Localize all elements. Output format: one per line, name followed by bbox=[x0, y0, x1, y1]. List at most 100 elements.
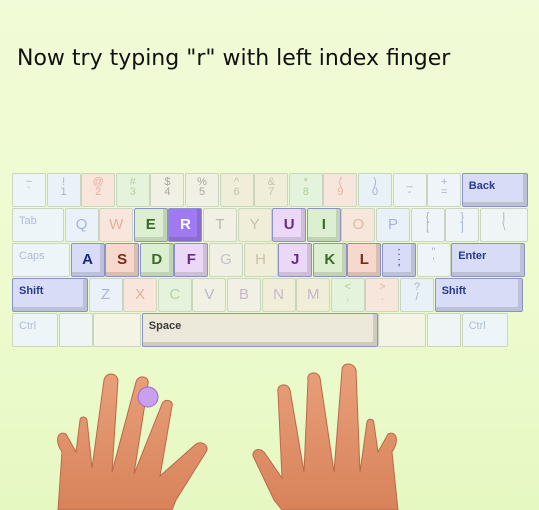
key-letter: V bbox=[204, 286, 215, 303]
key-a[interactable]: A bbox=[70, 243, 105, 277]
key-d[interactable]: D bbox=[139, 243, 174, 277]
key-space[interactable]: Space bbox=[141, 313, 378, 347]
key-win-left[interactable] bbox=[58, 313, 93, 347]
key-base-glyph: 1 bbox=[60, 186, 67, 198]
key-alt-left[interactable] bbox=[93, 313, 142, 347]
key-letter: U bbox=[283, 216, 295, 233]
key-letter: E bbox=[145, 216, 156, 233]
key-tab[interactable]: Tab bbox=[12, 208, 64, 242]
key-v[interactable]: V bbox=[192, 278, 227, 312]
key-enter[interactable]: Enter bbox=[451, 243, 526, 277]
key-x[interactable]: X bbox=[123, 278, 158, 312]
key-backslash[interactable]: | \ bbox=[479, 208, 528, 242]
key-3[interactable]: #3 bbox=[115, 173, 150, 207]
key-comma[interactable]: <, bbox=[330, 278, 365, 312]
key-letter: S bbox=[117, 251, 128, 268]
key-base-glyph: / bbox=[415, 291, 419, 303]
key-e[interactable]: E bbox=[133, 208, 168, 242]
key-base-glyph: ] bbox=[460, 221, 464, 233]
key-letter: W bbox=[109, 216, 124, 233]
key-letter: T bbox=[215, 216, 225, 233]
key-base-glyph: 2 bbox=[95, 186, 102, 198]
key-win-right[interactable] bbox=[427, 313, 461, 347]
key-base-glyph: = bbox=[440, 186, 448, 198]
key-base-glyph: . bbox=[380, 291, 384, 303]
key-slash[interactable]: ? / bbox=[400, 278, 434, 312]
key-y[interactable]: Y bbox=[237, 208, 272, 242]
key-letter: P bbox=[387, 216, 398, 233]
key-p[interactable]: P bbox=[376, 208, 410, 242]
key-letter: L bbox=[359, 251, 369, 268]
key-label: Ctrl bbox=[19, 320, 37, 332]
key-q[interactable]: Q bbox=[64, 208, 99, 242]
key-letter: Y bbox=[249, 216, 260, 233]
key-shift-left[interactable]: Shift bbox=[12, 278, 88, 312]
key-label: Enter bbox=[458, 250, 487, 262]
key-minus[interactable]: _ - bbox=[392, 173, 427, 207]
key-alt-right[interactable] bbox=[378, 313, 427, 347]
key-1[interactable]: ! 1 bbox=[46, 173, 81, 207]
key-j[interactable]: J bbox=[278, 243, 313, 277]
key-s[interactable]: S bbox=[105, 243, 140, 277]
key-n[interactable]: N bbox=[261, 278, 296, 312]
key-6[interactable]: ^ 6 bbox=[219, 173, 254, 207]
key-quote[interactable]: " ' bbox=[416, 243, 451, 277]
key-letter: J bbox=[291, 251, 300, 268]
key-base-glyph: 6 bbox=[233, 186, 240, 198]
key-z[interactable]: Z bbox=[88, 278, 123, 312]
key-f[interactable]: F bbox=[174, 243, 209, 277]
key-r[interactable]: R bbox=[168, 208, 203, 242]
key-back[interactable]: Back bbox=[461, 173, 528, 207]
key-letter: Z bbox=[101, 286, 111, 303]
key-letter: F bbox=[186, 251, 196, 268]
key-base-glyph: 0 bbox=[371, 186, 379, 198]
on-screen-keyboard: ~ `! 1 @2 #3 $4% 5 ^ 6 & 7 * 8(9) 0 _ - + = Back Tab Q W E R T Y U… bbox=[0, 0, 539, 360]
key-base-glyph: 5 bbox=[198, 186, 206, 198]
key-letter: D bbox=[151, 251, 163, 268]
key-caps[interactable]: Caps bbox=[12, 243, 70, 277]
key-2[interactable]: @2 bbox=[81, 173, 116, 207]
key-5[interactable]: % 5 bbox=[185, 173, 219, 207]
key-shift-right[interactable]: Shift bbox=[434, 278, 523, 312]
key-equals[interactable]: + = bbox=[427, 173, 462, 207]
key-g[interactable]: G bbox=[209, 243, 243, 277]
key-8[interactable]: * 8 bbox=[288, 173, 323, 207]
key-label: Shift bbox=[19, 285, 44, 297]
key-k[interactable]: K bbox=[312, 243, 347, 277]
key-0[interactable]: ) 0 bbox=[358, 173, 392, 207]
key-m[interactable]: M bbox=[296, 278, 331, 312]
key-i[interactable]: I bbox=[306, 208, 341, 242]
key-b[interactable]: B bbox=[227, 278, 261, 312]
key-l[interactable]: L bbox=[347, 243, 382, 277]
key-letter: K bbox=[324, 251, 336, 268]
key-u[interactable]: U bbox=[272, 208, 307, 242]
key-base-glyph: 3 bbox=[129, 186, 136, 198]
key-h[interactable]: H bbox=[243, 243, 278, 277]
key-9[interactable]: (9 bbox=[323, 173, 358, 207]
key-c[interactable]: C bbox=[157, 278, 192, 312]
key-ctrl-right[interactable]: Ctrl bbox=[461, 313, 508, 347]
key-w[interactable]: W bbox=[99, 208, 134, 242]
key-backtick[interactable]: ~ ` bbox=[12, 173, 46, 207]
key-period[interactable]: >. bbox=[365, 278, 400, 312]
key-lbracket[interactable]: {[ bbox=[410, 208, 445, 242]
right-hand bbox=[252, 363, 399, 510]
key-7[interactable]: & 7 bbox=[254, 173, 289, 207]
key-semicolon[interactable]: :; bbox=[382, 243, 416, 277]
key-letter: X bbox=[135, 286, 146, 303]
key-base-glyph: \ bbox=[502, 221, 506, 233]
key-base-glyph: ; bbox=[397, 256, 401, 268]
key-rbracket[interactable]: }] bbox=[445, 208, 480, 242]
key-ctrl-left[interactable]: Ctrl bbox=[12, 313, 58, 347]
key-t[interactable]: T bbox=[203, 208, 237, 242]
key-letter: O bbox=[352, 216, 365, 233]
key-letter: A bbox=[82, 251, 94, 268]
key-o[interactable]: O bbox=[341, 208, 376, 242]
key-letter: N bbox=[273, 286, 285, 303]
key-label: Back bbox=[468, 180, 496, 192]
key-label: Tab bbox=[19, 215, 37, 227]
key-4[interactable]: $4 bbox=[150, 173, 185, 207]
key-letter: Q bbox=[75, 216, 88, 233]
key-letter: I bbox=[321, 216, 326, 233]
key-base-glyph: 7 bbox=[268, 186, 275, 198]
